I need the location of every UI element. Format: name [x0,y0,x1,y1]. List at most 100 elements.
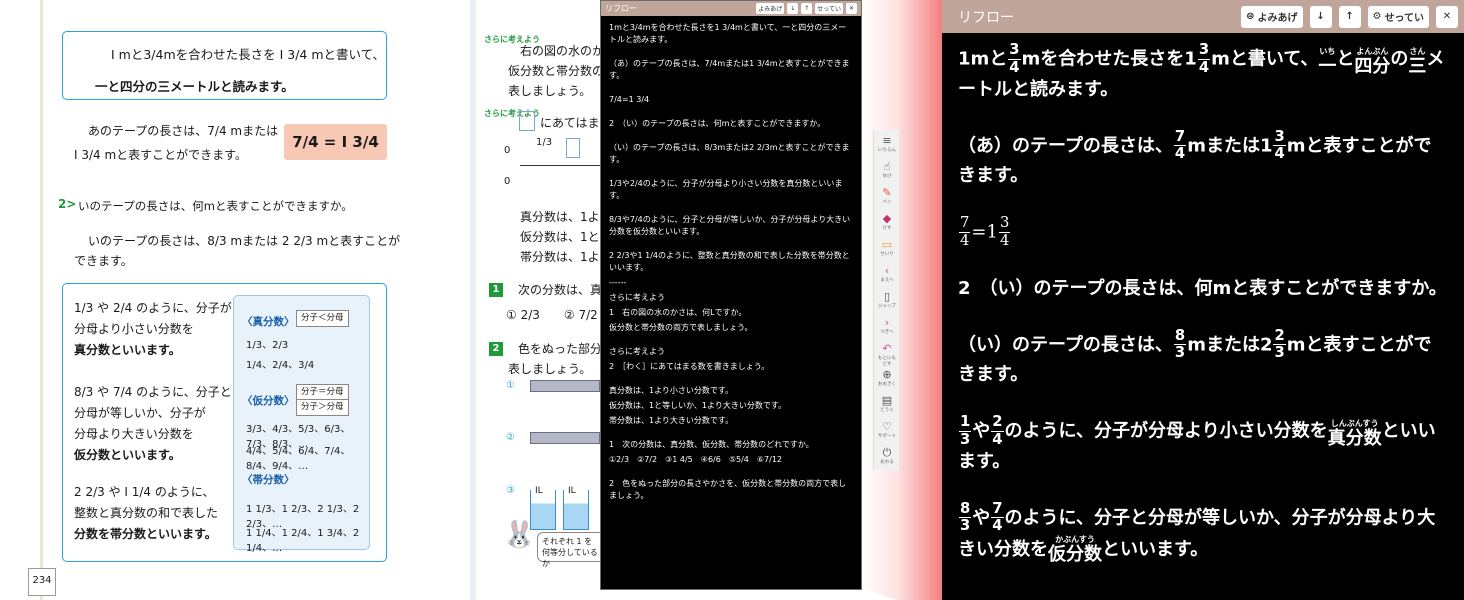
tool-label: つぎへ [880,330,894,335]
tool-label: もとにもどす [878,356,896,367]
close-button[interactable]: ✕ [846,3,857,14]
definition-proper: 真分数は、1よ [520,210,600,224]
reflow-small-titlebar[interactable]: リフロー よみあげ ↓ ↑ せってい ✕ [601,1,861,16]
reflow-paragraph: 8/3や7/4のように、分子と分母が等しいか、分子が分母より大きい分数を仮分数と… [609,215,851,236]
proper-fraction-text: 1/3 や 2/4 のように、分子が 分母より小さい分数を 真分数といいます。 [74,298,232,361]
kinds-text-line: 1/3 や 2/4 のように、分子が [74,301,232,315]
reflow-small-title: リフロー [605,4,637,13]
reflow-small-content[interactable]: 1mと3/4mを合わせた長さを1 3/4mと書いて、一と四分の三メートルと読みま… [601,16,861,520]
text-run: （あ）のテープの長さは、 [958,134,1173,156]
reflow-line: 2 色をぬった部分の長さやかさを、仮分数と帯分数の両方で表しましょう。 [609,479,847,500]
kinds-text-line: 分母が等しいか、分子が [74,406,206,420]
numerator: 1 [959,413,972,432]
reflow-paragraph: （い）のテープの長さは、8/3mまたは2 2/3mと表すことができます。 [609,143,850,164]
scroll-down-button[interactable]: ↓ [1309,5,1332,28]
numberline-answer-box[interactable] [566,138,580,158]
tape-bar-1 [530,380,600,392]
tool-list[interactable]: ≡ いちらん [876,134,898,160]
speech-icon: ⊜ [1246,11,1255,22]
tool-eraser[interactable]: ◆ けす [876,212,898,238]
fraction-kinds-panel: 〈真分数〉 分子＜分母 1/3、2/3 1/4、2/4、3/4 〈仮分数〉 分子… [233,295,370,554]
reflow-line: さらに考えよう [609,293,665,302]
mixed-heading: 〈帯分数〉 [242,474,295,486]
tool-prev[interactable]: ‹ まえへ [876,264,898,290]
tape-a-line-2: I 3/4 mと表すことができます。 [74,148,247,162]
read-aloud-button[interactable]: よみあげ [756,3,785,14]
reflow-paragraph-5: （い）のテープの長さは、 8 3 mまたは2 2 3 mと表すことができます。 [958,326,1448,390]
tape-bar-2 [530,432,600,444]
denominator: 3 [1174,344,1186,362]
tool-jump[interactable]: ▯ ジャンプ [876,290,898,316]
reflow-large-content[interactable]: 1mと 3 4 mを合わせた長さを1 3 4 mと書いて、 いち一とよんぶん 四分のさん三メート… [942,33,1464,600]
kinds-text-line: 2 2/3 や I 1/4 のように、 [74,485,215,499]
page-margin-rule [40,0,43,600]
ruby-base: 仮分数 [1048,544,1102,566]
ruby: よんぶん 四分 [1354,46,1390,76]
gear-icon: ⚙ [1372,11,1382,22]
numerator: 3 [998,214,1011,233]
exercise-2-text-b: 表しましょう。 [508,362,592,376]
exercise-1-icon: 1 [489,283,503,297]
settings-button[interactable]: ⚙ せってい [1367,5,1429,28]
text-run: （い）のテープの長さは、 [958,333,1173,355]
tool-zoom[interactable]: ⊕ おおきく [876,368,898,394]
heart-icon: ♡ [882,420,892,433]
ruby-text: いち [1319,46,1336,56]
tools-icon: ▤ [881,394,893,407]
proper-row: 1/4、2/4、3/4 [246,360,315,371]
proper-heading: 〈真分数〉 [242,316,295,328]
ruby-text: さん [1409,46,1426,56]
reflow-paragraph-7: 8 3 や 7 4 のように、分子と分母が等しいか、分子が分母より大きい分数を かぶんすう仮… [958,501,1448,566]
scroll-up-button[interactable]: ↑ [1338,5,1361,28]
close-button[interactable]: ✕ [1436,5,1458,28]
answer-box[interactable] [519,111,535,131]
read-aloud-button[interactable]: ⊜ よみあげ [1241,5,1303,28]
fraction: 83 [959,501,972,535]
reflow-panel-large: リフロー ⊜ よみあげ ↓ ↑ ⚙ せってい ✕ 1mと 3 4 mを合わせた長さを1 3 4… [942,0,1464,600]
tape-b-line-1: いのテープの長さは、8/3 mまたは 2 2/3 mと表すことが [88,234,401,248]
question-2-marker-icon: 2> [58,197,77,211]
scroll-down-button[interactable]: ↓ [787,3,799,14]
settings-button[interactable]: せってい [815,3,843,14]
rp-text-1c: 表しましょう。 [508,84,592,98]
denominator: 4 [992,430,1003,448]
ruby-base: 真分数 [1327,427,1382,449]
scroll-up-button[interactable]: ↑ [801,3,813,14]
pen-icon: ✎ [882,186,892,199]
numerator: 3 [1273,127,1286,147]
text-run: mと書いて、 [1211,48,1319,70]
intro-box: I mと3/4mを合わせた長さを I 3/4 mと書いて、 一と四分の三メートル… [62,31,387,100]
tool-label: サポート [878,434,896,439]
tool-pen[interactable]: ✎ ペン [876,186,898,212]
tool-tools[interactable]: ▤ どうぐ [876,394,898,420]
question-2-text: いのテープの長さは、何mと表すことができますか。 [78,199,353,213]
denominator: 4 [992,517,1003,535]
reflow-paragraph: 7/4=1 3/4 [609,95,650,104]
tool-sticky[interactable]: ▭ せいり [876,238,898,264]
denominator: 3 [1274,344,1285,362]
fraction: 34 [998,214,1011,249]
tool-next[interactable]: › つぎへ [876,316,898,342]
mixed-row: 1 1/4、1 2/4、1 3/4、2 1/4、… [246,528,360,554]
tool-finger[interactable]: ☝ ゆび [876,160,898,186]
exercise-2-icon: 2 [489,342,503,356]
numerator: 2 [1273,326,1286,346]
reflow-paragraph-3: 7 4 =1 3 4 [958,214,1448,249]
reflow-paragraph: 2 （い）のテープの長さは、何mと表すことができますか。 [609,119,826,128]
tool-exit[interactable]: ⏻ おわる [876,446,898,472]
tool-undo[interactable]: ↶ もとにもどす [876,342,898,368]
improper-row: 4/4、5/4、6/4、7/4、8/4、9/4、… [246,446,351,472]
fraction: 13 [959,413,972,448]
numerator: 7 [1173,127,1187,147]
reflow-large-titlebar[interactable]: リフロー ⊜ よみあげ ↓ ↑ ⚙ せってい ✕ [942,0,1464,33]
denominator: 3 [960,517,971,535]
reflow-line: 帯分数は、1より大きい分数です。 [609,416,734,425]
text-run: といいます。 [1102,539,1209,561]
fraction: 74 [959,215,971,249]
numerator: 8 [1173,326,1187,346]
tool-support[interactable]: ♡ サポート [876,420,898,446]
side-toolbar: ≡ いちらん ☝ ゆび ✎ ペン ◆ けす ▭ せいり ‹ まえへ ▯ ジャンプ › つぎへ ↶… [873,130,899,470]
text-run: と [1336,48,1355,70]
tape-b-line-2: できます。 [74,254,133,268]
denominator: 4 [999,231,1010,249]
